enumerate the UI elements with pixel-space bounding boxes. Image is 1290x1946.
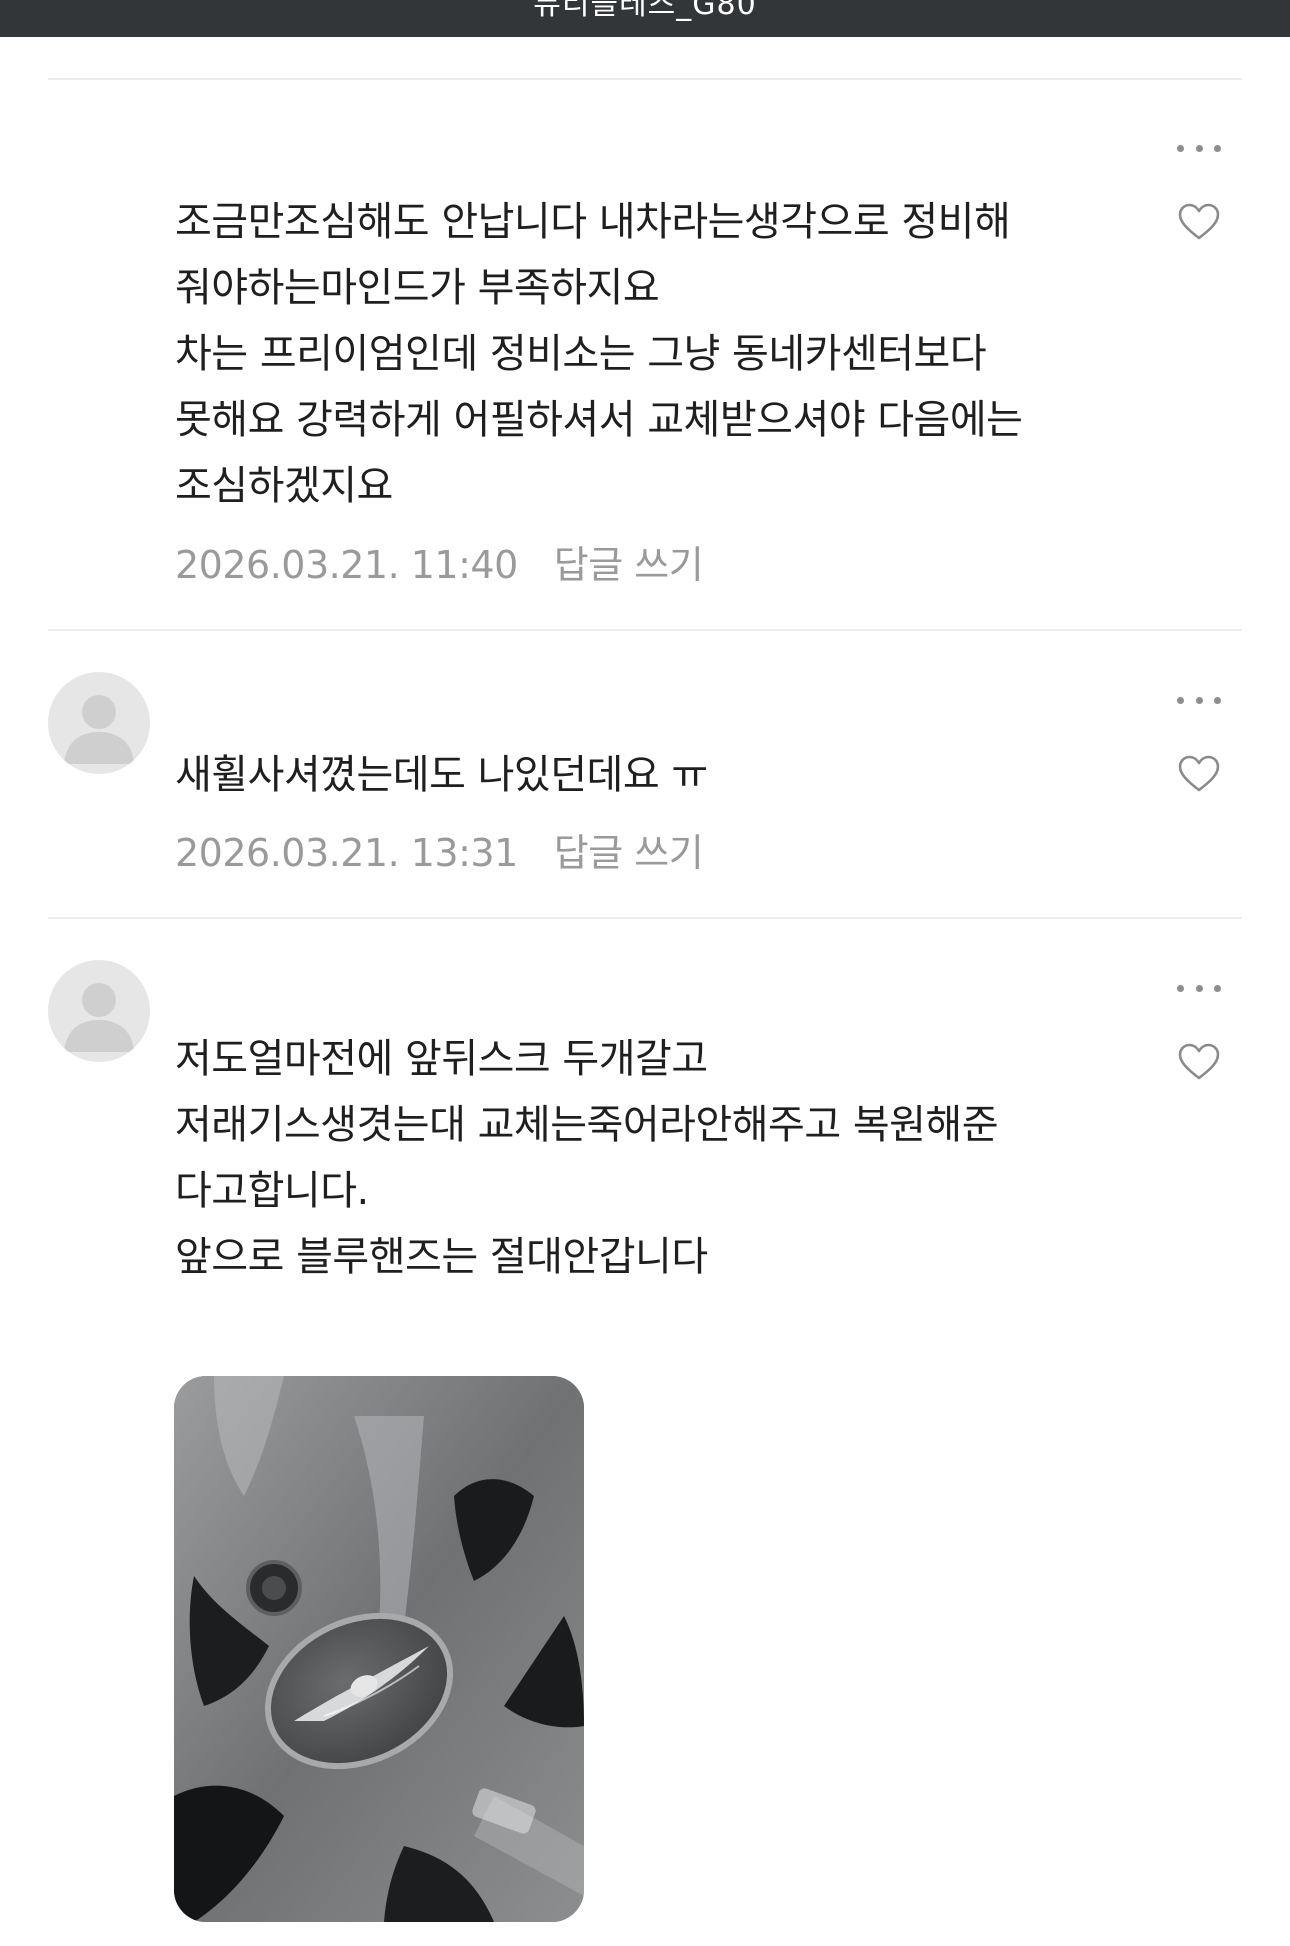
comment-author[interactable] (175, 963, 335, 969)
comment-text: 새휠사셔꼈는데도 나있던데요 ㅠ (175, 742, 1135, 808)
comment-line: 줘야하는마인드가 부족하지요 (175, 265, 660, 311)
comment-meta: 2026.03.21. 13:31 답글 쓰기 (175, 822, 704, 877)
comment-line: 저래기스생겻는대 교체는죽어라안해주고 복원해준 (175, 1102, 999, 1148)
comment-line: 조금만조심해도 안납니다 내차라는생각으로 정비해 (175, 199, 1011, 245)
divider (48, 629, 1242, 631)
comment-line: 새휠사셔꼈는데도 나있던데요 ㅠ (175, 752, 708, 798)
avatar[interactable] (48, 960, 150, 1062)
wheel-photo (174, 1376, 584, 1922)
reply-button[interactable]: 답글 쓰기 (554, 831, 704, 875)
more-options-button[interactable] (1177, 138, 1221, 158)
top-bar: 뷰티블레즈_G80 (0, 0, 1290, 37)
default-user-avatar-icon (64, 695, 134, 764)
more-options-button[interactable] (1177, 978, 1221, 998)
divider (48, 78, 1242, 80)
more-options-button[interactable] (1177, 690, 1221, 710)
comment-line: 저도얼마전에 앞뒤스크 두개갈고 (175, 1036, 708, 1082)
avatar[interactable] (48, 672, 150, 774)
comment-line: 다고합니다. (175, 1168, 369, 1214)
top-bar-title: 뷰티블레즈_G80 (533, 0, 757, 22)
comment-text: 저도얼마전에 앞뒤스크 두개갈고 저래기스생겻는대 교체는죽어라안해주고 복원해… (175, 1026, 1135, 1290)
comment-meta: 2026.03.21. 11:40 답글 쓰기 (175, 534, 704, 589)
heart-icon[interactable] (1177, 754, 1221, 794)
heart-icon[interactable] (1177, 1042, 1221, 1082)
comment-line: 못해요 강력하게 어필하셔서 교체받으셔야 다음에는 (175, 397, 1023, 443)
heart-icon[interactable] (1177, 202, 1221, 242)
comment-timestamp: 2026.03.21. 11:40 (175, 543, 518, 587)
divider (48, 917, 1242, 919)
reply-button[interactable]: 답글 쓰기 (554, 543, 704, 587)
comment-author[interactable] (175, 158, 335, 164)
comment-author[interactable] (175, 712, 335, 718)
comment-timestamp: 2026.03.21. 13:31 (175, 831, 518, 875)
default-user-avatar-icon (64, 983, 134, 1052)
comment-line: 앞으로 블루핸즈는 절대안갑니다 (175, 1234, 708, 1280)
comment-line: 차는 프리이엄인데 정비소는 그냥 동네카센터보다 (175, 331, 987, 377)
comment-attached-photo[interactable] (174, 1376, 584, 1922)
comment-line: 조심하겠지요 (175, 463, 393, 509)
comment-text: 조금만조심해도 안납니다 내차라는생각으로 정비해 줘야하는마인드가 부족하지요… (175, 189, 1135, 519)
